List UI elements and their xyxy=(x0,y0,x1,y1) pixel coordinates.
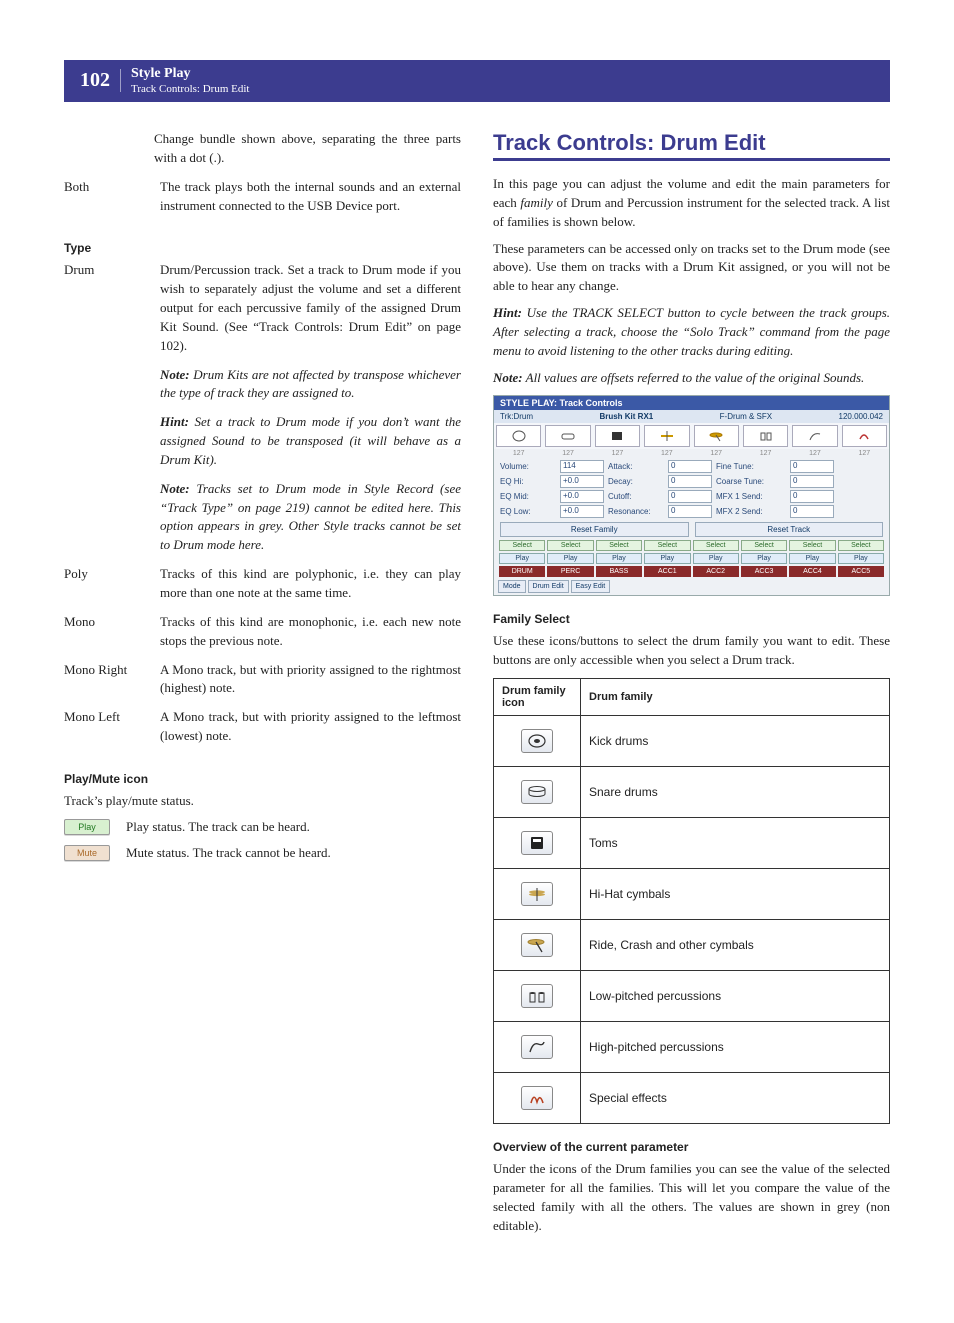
kick-icon xyxy=(496,425,541,447)
hint-paragraph: Hint: Use the TRACK SELECT button to cyc… xyxy=(493,304,890,361)
high-perc-icon xyxy=(792,425,837,447)
ss-track-row: DRUMPERC BASSACC1 ACC2ACC3 ACC4ACC5 xyxy=(494,565,889,578)
family-hihat: Hi-Hat cymbals xyxy=(581,869,890,920)
ss-bottom-tabs: Mode Drum Edit Easy Edit xyxy=(494,578,889,595)
ui-screenshot: STYLE PLAY: Track Controls Trk:Drum Brus… xyxy=(493,395,890,596)
intro-continuation: Change bundle shown above, separating th… xyxy=(154,130,461,168)
header-subtitle: Track Controls: Drum Edit xyxy=(131,83,249,96)
low-perc-icon xyxy=(743,425,788,447)
term-drum: Drum xyxy=(64,261,160,365)
th-name: Drum family xyxy=(581,679,890,716)
page-header-bar: 102 Style Play Track Controls: Drum Edit xyxy=(64,60,890,102)
desc-both: The track plays both the internal sounds… xyxy=(160,178,461,226)
ss-params: Volume:114 Attack:0 Fine Tune:0 EQ Hi:+0… xyxy=(494,458,889,520)
desc-drum: Drum/Percussion track. Set a track to Dr… xyxy=(160,261,461,365)
sfx-icon xyxy=(842,425,887,447)
ss-num: 120.000.042 xyxy=(839,412,884,421)
type-heading: Type xyxy=(64,241,461,255)
note-paragraph: Note: All values are offsets referred to… xyxy=(493,369,890,388)
overview-heading: Overview of the current parameter xyxy=(493,1140,890,1154)
hihat-icon xyxy=(644,425,689,447)
play-mute-heading: Play/Mute icon xyxy=(64,772,461,786)
cymbal-icon xyxy=(694,425,739,447)
toms-icon xyxy=(521,831,553,855)
reset-track-button: Reset Track xyxy=(695,522,884,537)
ss-chan: F-Drum & SFX xyxy=(720,412,772,421)
low-perc-icon xyxy=(521,984,553,1008)
drum-note2: Note: Tracks set to Drum mode in Style R… xyxy=(160,480,461,565)
term-mono: Mono xyxy=(64,613,160,661)
mute-icon: Mute xyxy=(64,845,110,861)
desc-mono: Tracks of this kind are monophonic, i.e.… xyxy=(160,613,461,661)
toms-icon xyxy=(595,425,640,447)
definition-list: Both The track plays both the internal s… xyxy=(64,178,461,226)
desc-mono-left: A Mono track, but with priority assigned… xyxy=(160,708,461,756)
play-icon: Play xyxy=(64,819,110,835)
family-toms: Toms xyxy=(581,818,890,869)
snare-icon xyxy=(545,425,590,447)
term-poly: Poly xyxy=(64,565,160,613)
intro-p2: These parameters can be accessed only on… xyxy=(493,240,890,297)
desc-mono-right: A Mono track, but with priority assigned… xyxy=(160,661,461,709)
left-column: Change bundle shown above, separating th… xyxy=(64,130,461,1244)
section-rule xyxy=(493,158,890,161)
overview-text: Under the icons of the Drum families you… xyxy=(493,1160,890,1235)
snare-drums-icon xyxy=(521,780,553,804)
drum-note1: Note: Drum Kits are not affected by tran… xyxy=(160,366,461,414)
header-title: Style Play xyxy=(131,66,249,83)
desc-poly: Tracks of this kind are polyphonic, i.e.… xyxy=(160,565,461,613)
high-perc-icon xyxy=(521,1035,553,1059)
term-both: Both xyxy=(64,178,160,226)
ss-trk: Trk:Drum xyxy=(500,412,533,421)
term-mono-left: Mono Left xyxy=(64,708,160,756)
section-title: Track Controls: Drum Edit xyxy=(493,130,890,156)
ss-titlebar: STYLE PLAY: Track Controls xyxy=(494,396,889,410)
reset-family-button: Reset Family xyxy=(500,522,689,537)
drum-family-table: Drum family icon Drum family Kick drums … xyxy=(493,678,890,1124)
ss-play-row: PlayPlay PlayPlay PlayPlay PlayPlay xyxy=(494,552,889,565)
mute-desc: Mute status. The track cannot be heard. xyxy=(126,845,461,861)
cymbals-icon xyxy=(521,933,553,957)
term-mono-right: Mono Right xyxy=(64,661,160,709)
family-sfx: Special effects xyxy=(581,1073,890,1124)
th-icon: Drum family icon xyxy=(494,679,581,716)
family-high-perc: High-pitched percussions xyxy=(581,1022,890,1073)
family-low-perc: Low-pitched percussions xyxy=(581,971,890,1022)
family-cymbals: Ride, Crash and other cymbals xyxy=(581,920,890,971)
drum-hint: Hint: Set a track to Drum mode if you do… xyxy=(160,413,461,480)
hihat-icon xyxy=(521,882,553,906)
ss-icon-values: 127 127 127 127 127 127 127 127 xyxy=(494,449,889,458)
ss-kit: Brush Kit RX1 xyxy=(599,412,653,421)
kick-drums-icon xyxy=(521,729,553,753)
intro-p1: In this page you can adjust the volume a… xyxy=(493,175,890,232)
family-snare: Snare drums xyxy=(581,767,890,818)
play-desc: Play status. The track can be heard. xyxy=(126,819,461,835)
ss-select-row: SelectSelect SelectSelect SelectSelect S… xyxy=(494,539,889,552)
family-kick: Kick drums xyxy=(581,716,890,767)
play-mute-intro: Track’s play/mute status. xyxy=(64,792,461,811)
page-number: 102 xyxy=(80,69,121,92)
family-select-text: Use these icons/buttons to select the dr… xyxy=(493,632,890,670)
sfx-icon xyxy=(521,1086,553,1110)
family-select-heading: Family Select xyxy=(493,612,890,626)
ss-family-icons xyxy=(494,423,889,449)
right-column: Track Controls: Drum Edit In this page y… xyxy=(493,130,890,1244)
